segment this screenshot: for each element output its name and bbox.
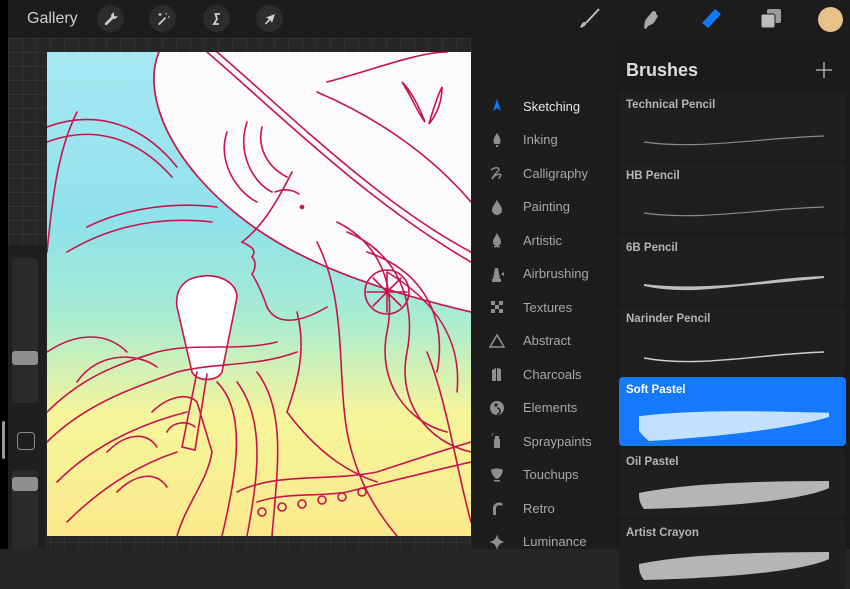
brush-icon	[580, 8, 600, 28]
brush-category-label: Textures	[523, 299, 573, 315]
brush-stroke-preview	[639, 480, 829, 509]
brush-category-elements[interactable]: Elements	[480, 393, 610, 423]
screen-edge	[0, 0, 8, 549]
brush-name: 6B Pencil	[626, 241, 678, 254]
brush-category-label: Spraypaints	[523, 433, 592, 449]
add-brush-button[interactable]	[814, 60, 834, 80]
flame-drop-icon	[480, 231, 514, 249]
brush-size-slider[interactable]	[12, 258, 38, 403]
brush-size-slider-handle[interactable]	[12, 351, 38, 365]
smudge-tool-button[interactable]	[637, 6, 663, 32]
brush-item[interactable]: Narinder Pencil	[619, 305, 846, 375]
arrow-cursor-icon	[264, 13, 275, 24]
yin-yang-icon	[480, 399, 514, 417]
makeup-brush-icon	[480, 466, 514, 484]
brush-category-sketching[interactable]: Sketching	[480, 91, 610, 121]
pencil-tip-icon	[480, 97, 514, 115]
brush-category-label: Charcoals	[523, 366, 582, 382]
brush-category-inking[interactable]: Inking	[480, 125, 610, 155]
brush-item[interactable]: Technical Pencil	[619, 92, 846, 161]
brush-category-retro[interactable]: Retro	[480, 493, 610, 523]
retro-arch-icon	[480, 499, 514, 517]
artwork-canvas[interactable]	[47, 52, 471, 536]
spray-can-icon	[480, 432, 514, 450]
brush-category-label: Sketching	[523, 98, 581, 114]
actions-button[interactable]	[97, 5, 124, 32]
brush-category-label: Retro	[523, 500, 555, 516]
brush-item[interactable]: Artist Crayon	[619, 519, 846, 589]
brush-category-label: Artistic	[523, 232, 562, 248]
brush-name: Oil Pastel	[626, 455, 679, 468]
brush-category-touchups[interactable]: Touchups	[480, 460, 610, 490]
gallery-button[interactable]: Gallery	[27, 10, 78, 28]
brush-category-textures[interactable]: Textures	[480, 292, 610, 322]
brush-name: Artist Crayon	[626, 526, 699, 539]
selection-button[interactable]	[203, 5, 230, 32]
brush-category-label: Airbrushing	[523, 266, 589, 281]
magic-wand-icon	[157, 12, 169, 25]
brush-stroke-preview	[643, 206, 825, 217]
brush-category-painting[interactable]: Painting	[480, 192, 610, 222]
square-outline-icon[interactable]	[17, 432, 35, 450]
layers-button[interactable]	[758, 6, 784, 32]
brush-category-label: Touchups	[523, 467, 579, 482]
sidebar-drag-handle[interactable]	[2, 421, 5, 459]
calligraphy-scribble-icon	[480, 164, 514, 182]
brush-category-spraypaints[interactable]: Spraypaints	[480, 426, 610, 456]
color-picker-button[interactable]	[818, 7, 843, 32]
triangle-icon	[480, 332, 514, 350]
smudge-finger-icon	[644, 11, 658, 29]
eraser-icon	[702, 9, 721, 28]
pen-nib-icon	[480, 131, 514, 149]
charcoal-stick-icon	[480, 365, 514, 383]
brush-item[interactable]: Soft Pastel	[619, 377, 846, 447]
brush-category-label: Luminance	[523, 534, 587, 549]
plus-icon	[816, 62, 832, 78]
transform-button[interactable]	[256, 5, 283, 32]
brush-item[interactable]: 6B Pencil	[619, 234, 846, 304]
sparkle-star-icon	[480, 533, 514, 551]
brush-category-airbrushing[interactable]: Airbrushing	[480, 259, 610, 289]
brush-name: Technical Pencil	[626, 99, 716, 111]
wrench-icon	[104, 11, 118, 25]
checker-texture-icon	[480, 298, 514, 316]
eraser-tool-button[interactable]	[698, 6, 724, 32]
airbrush-icon	[480, 265, 514, 283]
brush-category-calligraphy[interactable]: Calligraphy	[480, 158, 610, 188]
brush-stroke-preview	[643, 135, 825, 146]
line-art-illustration	[47, 52, 471, 536]
brushes-title: Brushes	[626, 60, 699, 80]
brush-item[interactable]: Oil Pastel	[619, 448, 846, 518]
opacity-slider-handle[interactable]	[12, 477, 38, 491]
brush-stroke-preview	[643, 351, 825, 363]
brush-category-label: Calligraphy	[523, 165, 589, 181]
brush-category-charcoals[interactable]: Charcoals	[480, 359, 610, 389]
brush-name: HB Pencil	[626, 170, 680, 183]
layers-icon	[760, 9, 781, 29]
brush-category-label: Abstract	[523, 333, 571, 348]
brush-name: Narinder Pencil	[626, 312, 711, 325]
brush-category-label: Inking	[523, 132, 558, 147]
paint-drop-icon	[480, 198, 514, 216]
brush-tool-button[interactable]	[577, 6, 603, 32]
brush-stroke-preview	[643, 275, 825, 290]
brush-category-label: Painting	[523, 199, 570, 214]
brush-item[interactable]: HB Pencil	[619, 163, 846, 233]
brush-name: Soft Pastel	[626, 384, 686, 397]
brush-category-label: Elements	[523, 400, 578, 415]
brush-category-luminance[interactable]: Luminance	[480, 527, 610, 557]
brush-category-abstract[interactable]: Abstract	[480, 326, 610, 356]
brush-stroke-preview	[639, 551, 829, 580]
brush-category-artistic[interactable]: Artistic	[480, 225, 610, 255]
adjustments-button[interactable]	[149, 5, 176, 32]
selection-s-icon	[211, 12, 220, 25]
brush-stroke-preview	[639, 411, 829, 442]
